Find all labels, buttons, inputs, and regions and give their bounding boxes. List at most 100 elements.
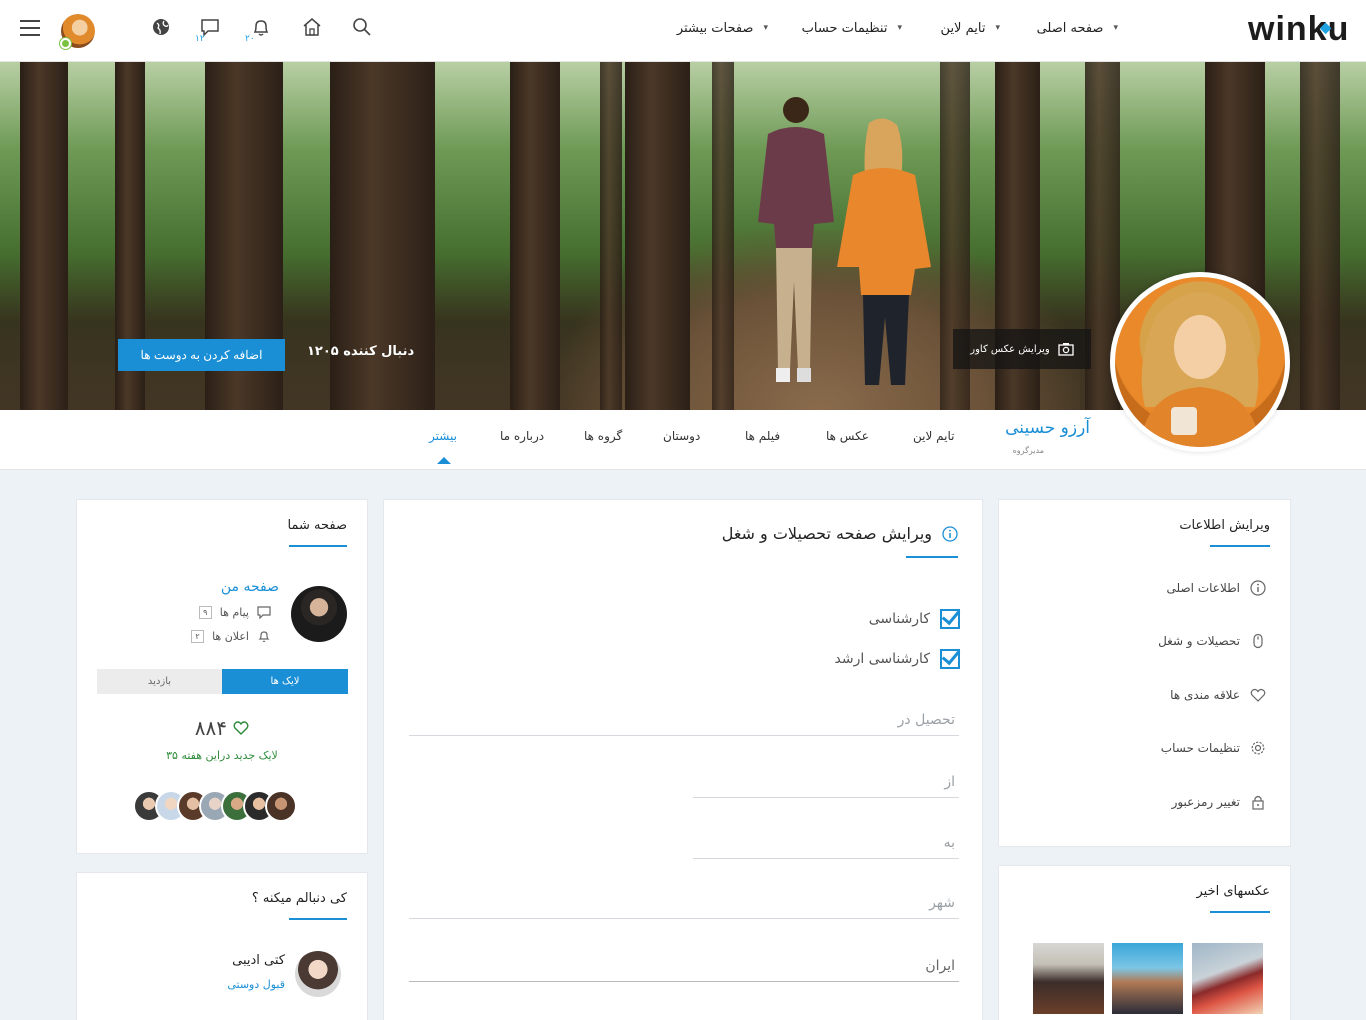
menu-icon[interactable] [20,20,40,38]
nav-more-pages-label: صفحات بیشتر [676,20,754,36]
menu-change-password[interactable]: تغییر رمزعبور [1172,794,1266,810]
accept-friend-link[interactable]: قبول دوستی [227,978,285,991]
nav-timeline-label: تایم لاین [940,20,986,36]
notifications-stat[interactable]: اعلان ها ۲ [191,629,271,643]
nav-more-pages[interactable]: صفحات بیشتر ▾ [677,0,768,56]
menu-change-password-label: تغییر رمزعبور [1171,795,1240,809]
tab-photos[interactable]: عکس ها [826,429,869,443]
follower-name[interactable]: کتی ادیبی [232,953,285,968]
likes-this-week: ۳۵ لایک جدید دراین هفته [166,749,278,762]
education-form-card: ویرایش صفحه تحصیلات و شغل کارشناسی کارشن… [383,499,983,1020]
form-title-text: ویرایش صفحه تحصیلات و شغل [721,524,932,543]
message-count-badge: ۱۲ [195,34,205,44]
chevron-down-icon: ▾ [763,23,768,33]
profile-name: آرزو حسینی [1005,418,1090,438]
tab-timeline[interactable]: تایم لاین [913,429,954,443]
tab-friends[interactable]: دوستان [663,429,700,443]
chevron-down-icon: ▾ [897,23,902,33]
likes-total-value: ۸۸۴ [194,716,227,740]
home-icon[interactable] [299,14,325,40]
active-tab-indicator [437,457,451,464]
title-underline [289,545,347,547]
logo[interactable]: winku ◆ [1248,10,1350,48]
title-underline [289,918,347,920]
tab-videos[interactable]: فیلم ها [745,429,780,443]
your-page-card: صفحه شما صفحه من پیام ها ۹ اعلان ها ۲ لا… [76,499,368,854]
checkbox-checked-icon[interactable] [940,609,960,629]
who-follows-card: کی دنبالم میکنه ؟ کتی ادیبی قبول دوستی [76,872,368,1020]
your-page-title: صفحه شما [287,518,347,533]
study-in-field[interactable] [409,704,959,736]
chat-icon [257,606,271,619]
recent-photo[interactable] [1033,943,1104,1014]
followers-count: ۱۲۰۵ دنبال کننده [307,344,415,359]
gear-icon [1251,741,1265,755]
messages-stat-count: ۹ [198,605,212,619]
menu-account-settings-label: تنظیمات حساب [1160,741,1240,755]
title-underline [906,556,958,558]
heart-icon [233,721,249,735]
globe-icon[interactable] [148,14,174,40]
nav-account-settings[interactable]: تنظیمات حساب ▾ [802,0,902,56]
heart-icon [1250,688,1266,702]
checkbox-bachelor-label: کارشناسی [868,611,930,627]
profile-role: مدیرگروه [1012,446,1044,455]
logo-drop-icon: ◆ [1320,19,1332,35]
recent-photo[interactable] [1112,943,1183,1014]
bell-icon [258,631,270,643]
messages-stat-label: پیام ها [219,605,249,619]
profile-avatar[interactable] [1110,272,1290,452]
likes-total: ۸۸۴ [77,716,367,740]
recent-photo[interactable] [1192,943,1263,1014]
edit-cover-button[interactable]: ویرایش عکس کاور [953,329,1091,369]
liker-avatar[interactable] [265,790,297,822]
messages-stat[interactable]: پیام ها ۹ [198,605,271,619]
nav-account-settings-label: تنظیمات حساب [801,20,888,36]
to-date-field[interactable] [693,827,959,859]
notifications-stat-label: اعلان ها [212,629,249,643]
chevron-down-icon: ▾ [995,23,1000,33]
menu-education-work[interactable]: تحصیلات و شغل [1158,633,1266,649]
lock-icon [1252,795,1264,810]
edit-info-card: ویرایش اطلاعات اطلاعات اصلی تحصیلات و شغ… [998,499,1291,847]
from-date-field[interactable] [693,766,959,798]
tab-about[interactable]: درباره ما [500,429,544,443]
edit-cover-label: ویرایش عکس کاور [970,343,1050,355]
mouse-icon [1253,633,1263,649]
my-page-avatar[interactable] [291,586,347,642]
edit-info-title: ویرایش اطلاعات [1179,518,1270,533]
logo-text: winku [1248,10,1350,48]
menu-education-work-label: تحصیلات و شغل [1158,634,1240,648]
checkbox-master[interactable]: کارشناسی ارشد [834,649,960,669]
top-navbar: winku ◆ صفحه اصلی ▾ تایم لاین ▾ تنظیمات حس… [0,0,1366,62]
notifications-stat-count: ۲ [191,629,205,643]
info-icon [942,525,958,542]
nav-home[interactable]: صفحه اصلی ▾ [1037,0,1118,56]
menu-interests[interactable]: علاقه مندی ها [1170,687,1266,703]
menu-basic-info-label: اطلاعات اصلی [1166,581,1240,595]
chevron-down-icon: ▾ [1113,23,1118,33]
nav-timeline[interactable]: تایم لاین ▾ [941,0,1000,56]
checkbox-bachelor[interactable]: کارشناسی [869,609,960,629]
recent-photos-card: عکسهای اخیر [998,865,1291,1020]
my-page-link[interactable]: صفحه من [221,579,279,595]
city-field[interactable] [409,887,959,919]
woman-figure [837,118,931,385]
visits-tab[interactable]: بازدید [97,669,222,694]
likes-tab[interactable]: لایک ها [222,669,348,694]
tab-more[interactable]: بیشتر [429,429,457,443]
online-status-icon [60,38,71,49]
checkbox-master-label: کارشناسی ارشد [834,651,931,667]
menu-account-settings[interactable]: تنظیمات حساب [1161,740,1266,756]
notification-count-badge: ۲۰ [245,34,255,44]
who-follows-title: کی دنبالم میکنه ؟ [251,891,347,906]
checkbox-checked-icon[interactable] [940,649,960,669]
add-friend-button[interactable]: اضافه کردن به دوست ها [118,339,285,371]
menu-basic-info[interactable]: اطلاعات اصلی [1167,580,1266,596]
search-icon[interactable] [349,14,375,40]
title-underline [1210,545,1270,547]
country-field[interactable] [409,950,959,982]
tab-groups[interactable]: گروه ها [584,429,622,443]
follower-avatar[interactable] [295,951,341,997]
man-figure [758,97,834,382]
